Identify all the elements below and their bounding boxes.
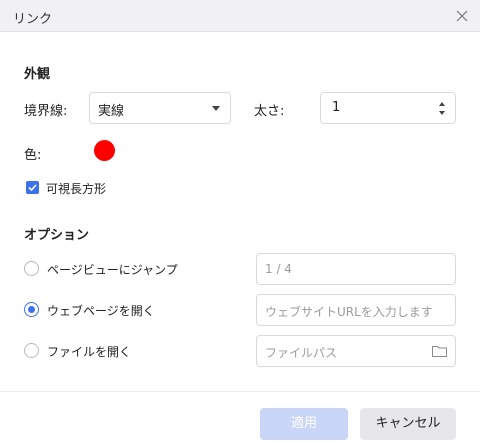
apply-button[interactable]: 適用 <box>260 408 348 440</box>
dialog-titlebar: リンク <box>0 0 480 32</box>
appearance-heading: 外観 <box>24 67 51 82</box>
radio-jump-page-view[interactable] <box>24 261 39 276</box>
page-number-placeholder: 1 / 4 <box>265 262 292 276</box>
cancel-button[interactable]: キャンセル <box>360 408 456 440</box>
visible-rect-label: 可視長方形 <box>46 182 107 196</box>
color-label: 色: <box>24 148 42 163</box>
color-swatch[interactable] <box>94 140 115 161</box>
url-placeholder: ウェブサイトURLを入力します <box>265 305 433 319</box>
border-style-select[interactable]: 実線 <box>89 92 231 124</box>
open-file-label: ファイルを開く <box>47 345 132 359</box>
open-web-page-label: ウェブページを開く <box>47 304 155 318</box>
border-style-value: 実線 <box>98 104 125 119</box>
thickness-value: 1 <box>332 100 341 115</box>
check-icon <box>28 184 37 192</box>
thickness-stepper[interactable]: 1 <box>320 92 456 124</box>
options-heading: オプション <box>24 228 90 243</box>
radio-open-file[interactable] <box>24 343 39 358</box>
spin-down-icon[interactable] <box>439 111 445 115</box>
jump-page-view-label: ページビューにジャンプ <box>47 263 178 277</box>
spin-up-icon[interactable] <box>439 102 445 106</box>
url-input[interactable]: ウェブサイトURLを入力します <box>256 294 456 326</box>
file-path-input[interactable]: ファイルパス <box>256 335 456 367</box>
chevron-down-icon <box>212 106 220 111</box>
footer-divider <box>0 391 480 392</box>
dialog-title: リンク <box>13 12 53 27</box>
radio-open-web-page[interactable] <box>24 302 39 317</box>
close-icon[interactable] <box>452 6 472 26</box>
thickness-label: 太さ: <box>254 104 285 119</box>
folder-icon[interactable] <box>432 345 447 357</box>
visible-rect-checkbox[interactable] <box>26 181 39 194</box>
border-label: 境界線: <box>24 104 68 119</box>
page-number-input[interactable]: 1 / 4 <box>256 253 456 285</box>
file-path-placeholder: ファイルパス <box>265 346 338 360</box>
